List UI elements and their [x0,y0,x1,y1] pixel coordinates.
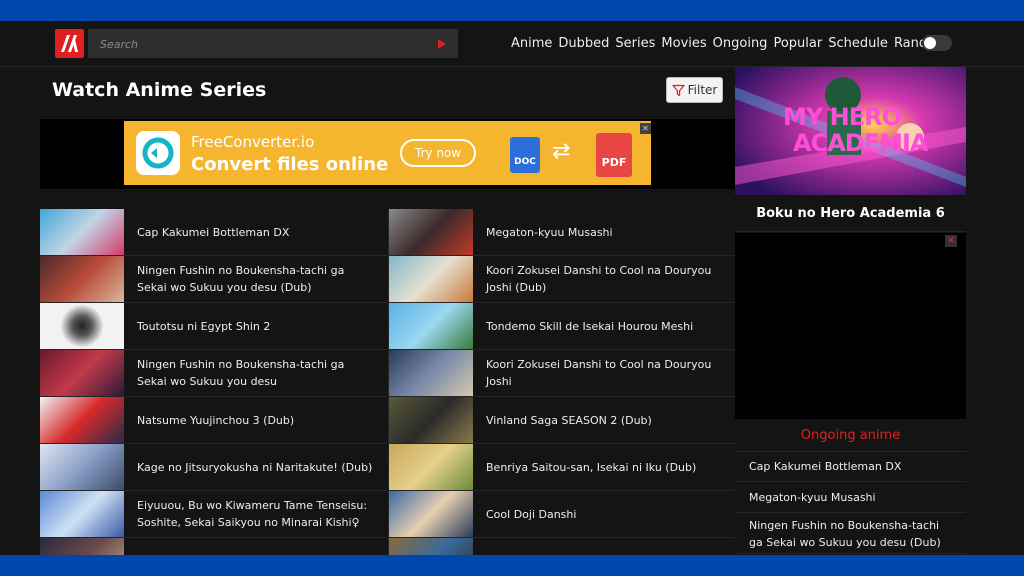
logo-icon [61,35,78,52]
series-title: Ningen Fushin no Boukensha-tachi ga Seka… [137,264,345,294]
series-title: Ningen Fushin no Boukensha-tachi ga Seka… [137,358,345,388]
featured-art-text: ACADEMIA [793,129,928,157]
doc-file-icon: DOC [510,137,540,173]
series-title: Vinland Saga SEASON 2 (Dub) [486,413,652,427]
series-thumbnail [40,209,124,255]
series-title: Natsume Yuujinchou 3 (Dub) [137,413,295,427]
filter-label: Filter [687,83,718,97]
series-item[interactable]: Kage no Jitsuryokusha ni Naritakute! (Du… [40,444,387,491]
theme-toggle[interactable] [922,35,952,51]
nav-series[interactable]: Series [615,36,655,51]
featured-banner[interactable]: MY HERO ACADEMIA [735,67,966,195]
series-item[interactable]: Tondemo Skill de Isekai Hourou Meshi [388,303,736,350]
series-item[interactable]: Benriya Saitou-san, Isekai ni Iku (Dub) [388,444,736,491]
nav-movies[interactable]: Movies [661,36,706,51]
ad-close-icon[interactable]: ✕ [945,235,957,247]
ad-tagline: Convert files online [191,154,389,175]
filter-icon [672,84,685,96]
series-row: Eiyuuou, Bu wo Kiwameru Tame Tenseisu: S… [40,491,736,538]
nav-anime[interactable]: Anime [511,36,552,51]
converter-app-icon [136,131,180,175]
series-title: Koori Zokusei Danshi to Cool na Douryou … [486,358,712,388]
series-item[interactable]: Eiyuuou, Bu wo Kiwameru Tame Tenseisu: S… [40,491,387,538]
nav-popular[interactable]: Popular [773,36,822,51]
series-thumbnail [40,397,124,443]
series-thumbnail [389,491,473,537]
series-thumbnail [40,491,124,537]
series-title: Tondemo Skill de Isekai Hourou Meshi [486,319,694,333]
series-title: Megaton-kyuu Musashi [486,225,613,239]
ongoing-item[interactable]: Cap Kakumei Bottleman DX [735,452,966,482]
convert-arrows-icon: ⇄ [552,139,571,164]
ongoing-item[interactable]: Ningen Fushin no Boukensha-tachi ga Seka… [735,514,966,554]
series-thumbnail [389,444,473,490]
nav-ongoing[interactable]: Ongoing [713,36,768,51]
series-thumbnail [40,350,124,396]
series-row: Cap Kakumei Bottleman DX Megaton-kyuu Mu… [40,209,736,256]
series-title: Eiyuuou, Bu wo Kiwameru Tame Tenseisu: S… [137,499,368,529]
series-title: Koori Zokusei Danshi to Cool na Douryou … [486,264,712,294]
series-row: Toutotsu ni Egypt Shin 2 Tondemo Skill d… [40,303,736,350]
ad-banner[interactable]: FreeConverter.io Convert files online Tr… [124,121,651,185]
series-item[interactable]: Koori Zokusei Danshi to Cool na Douryou … [388,350,736,397]
series-item[interactable]: Cool Doji Danshi [388,491,736,538]
ad-banner-area: FreeConverter.io Convert files online Tr… [40,119,735,189]
main-content: Watch Anime Series Filter FreeConverter.… [40,67,736,555]
ad-close-icon[interactable]: ✕ [640,123,651,134]
series-thumbnail [389,538,473,555]
series-item[interactable]: Vinland Saga SEASON 2 [388,538,736,555]
series-thumbnail [40,256,124,302]
series-item[interactable]: Toutotsu ni Egypt Shin 2 [40,303,387,350]
series-row: Kage no Jitsuryokusha ni Naritakute! (Du… [40,444,736,491]
featured-title[interactable]: Boku no Hero Academia 6 [735,195,966,232]
series-title: Cool Doji Danshi [486,507,577,521]
series-item[interactable]: Mononogatari [40,538,387,555]
series-item[interactable]: Ningen Fushin no Boukensha-tachi ga Seka… [40,350,387,397]
series-title: Mononogatari [137,538,377,556]
toggle-knob [924,37,936,49]
series-thumbnail [389,209,473,255]
series-title: Benriya Saitou-san, Isekai ni Iku (Dub) [486,460,697,474]
pdf-file-icon: PDF [596,133,632,177]
series-row: Ningen Fushin no Boukensha-tachi ga Seka… [40,350,736,397]
series-thumbnail [40,303,124,349]
series-title: Vinland Saga SEASON 2 [486,538,726,556]
search-submit-icon[interactable] [438,39,446,49]
nav-dubbed[interactable]: Dubbed [558,36,609,51]
series-thumbnail [40,444,124,490]
filter-button[interactable]: Filter [666,77,723,103]
series-item[interactable]: Vinland Saga SEASON 2 (Dub) [388,397,736,444]
ad-placeholder: ✕ [735,233,966,419]
series-item[interactable]: Koori Zokusei Danshi to Cool na Douryou … [388,256,736,303]
search-bar [88,29,458,60]
main-nav: Anime Dubbed Series Movies Ongoing Popul… [511,21,948,66]
series-title: Cap Kakumei Bottleman DX [137,225,290,239]
site-logo[interactable] [55,29,84,58]
series-title: Toutotsu ni Egypt Shin 2 [137,319,271,333]
ongoing-item[interactable]: Megaton-kyuu Musashi [735,483,966,513]
sidebar: MY HERO ACADEMIA Boku no Hero Academia 6… [735,67,966,555]
series-item[interactable]: Ningen Fushin no Boukensha-tachi ga Seka… [40,256,387,303]
series-item[interactable]: Natsume Yuujinchou 3 (Dub) [40,397,387,444]
series-title: Kage no Jitsuryokusha ni Naritakute! (Du… [137,460,373,474]
ad-try-now-button[interactable]: Try now [400,139,476,167]
page-title: Watch Anime Series [52,79,267,101]
search-input[interactable] [98,29,432,60]
series-item[interactable]: Megaton-kyuu Musashi [388,209,736,256]
series-thumbnail [389,256,473,302]
ad-brand: FreeConverter.io [191,133,315,151]
series-thumbnail [40,538,124,555]
ongoing-heading: Ongoing anime [735,419,966,452]
series-row: Ningen Fushin no Boukensha-tachi ga Seka… [40,256,736,303]
series-thumbnail [389,350,473,396]
nav-schedule[interactable]: Schedule [828,36,888,51]
series-item[interactable]: Cap Kakumei Bottleman DX [40,209,387,256]
series-row: Mononogatari Vinland Saga SEASON 2 [40,538,735,555]
series-thumbnail [389,397,473,443]
top-bar: Anime Dubbed Series Movies Ongoing Popul… [0,21,1024,67]
featured-art-text: MY HERO [783,103,902,131]
series-row: Natsume Yuujinchou 3 (Dub) Vinland Saga … [40,397,736,444]
app-frame: Anime Dubbed Series Movies Ongoing Popul… [0,21,1024,555]
series-thumbnail [389,303,473,349]
